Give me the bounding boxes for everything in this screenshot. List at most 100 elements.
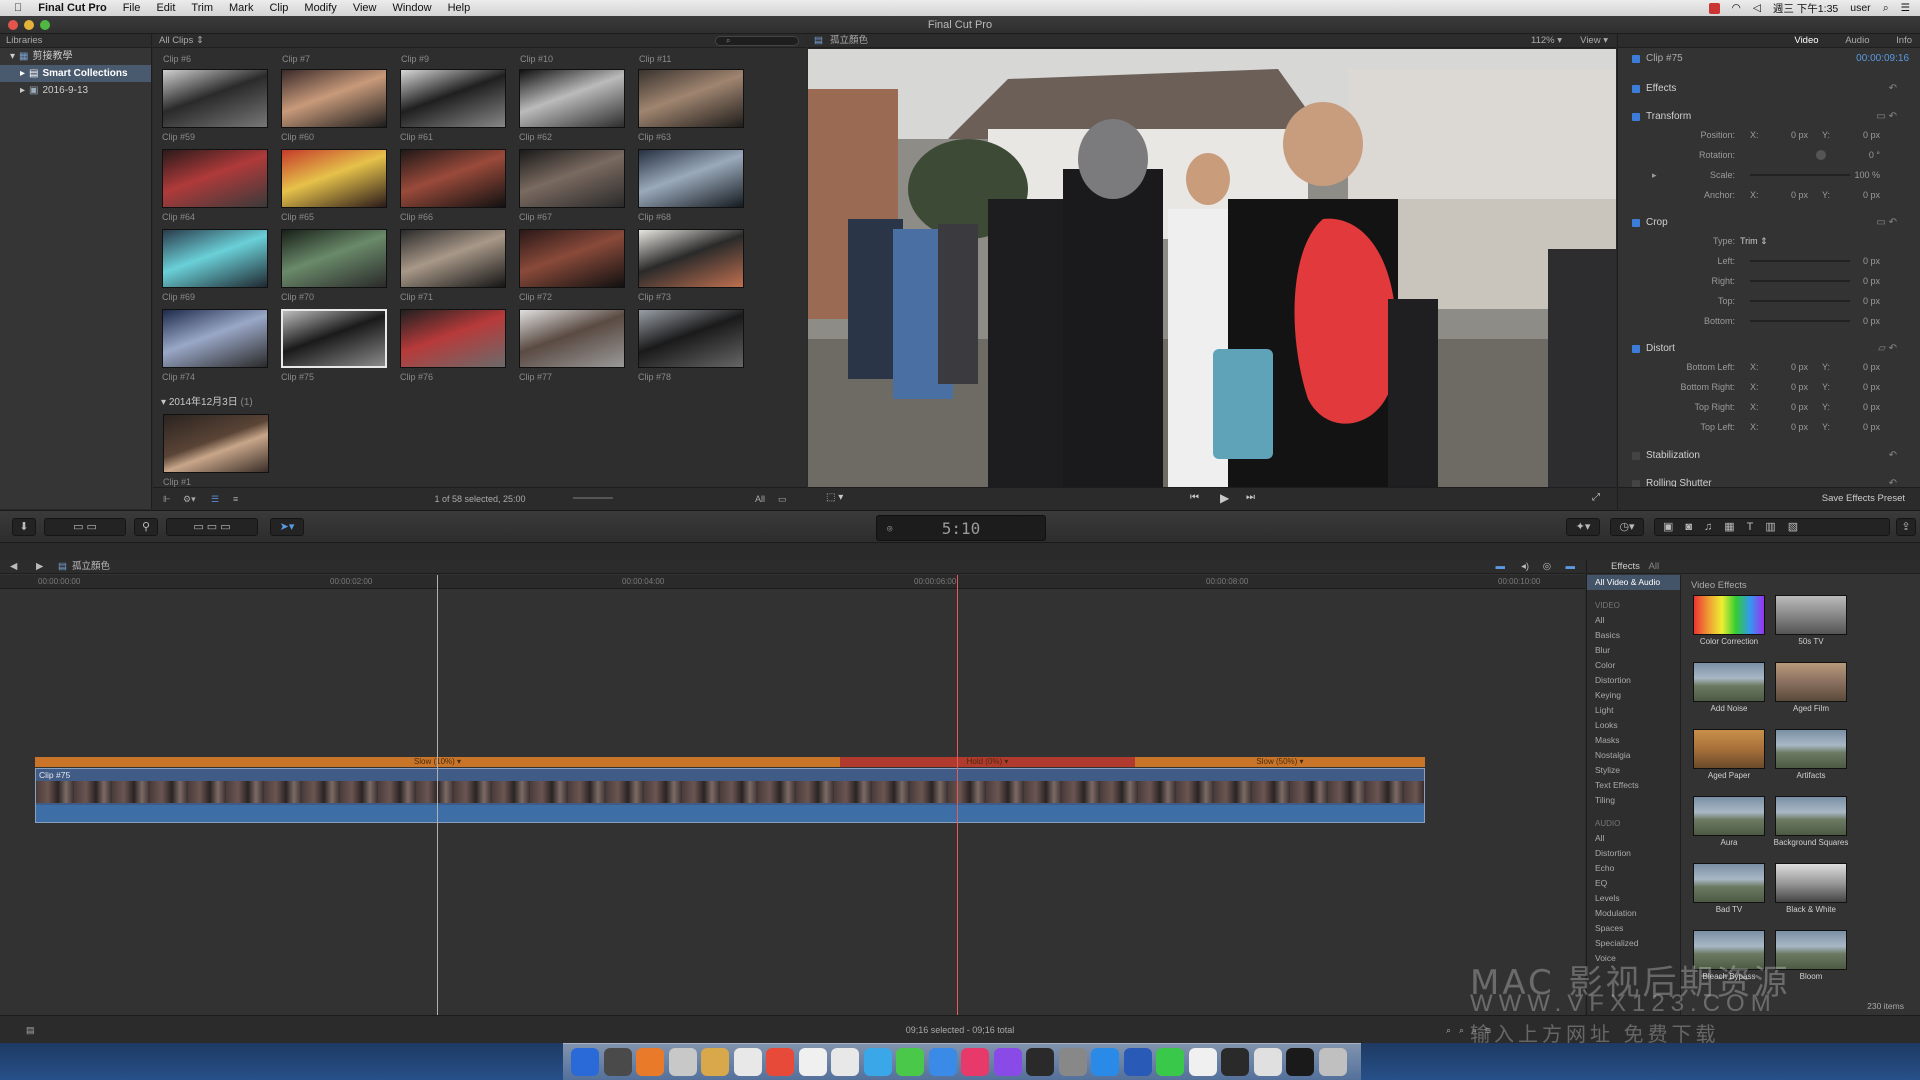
timeline-ruler[interactable]: 00:00:00:00 00:00:02:00 00:00:04:00 00:0…	[0, 575, 1585, 589]
duration-all[interactable]: All	[755, 488, 765, 510]
clip-thumbnail[interactable]: Clip #64	[162, 149, 270, 222]
dock-app-icon[interactable]	[733, 1048, 762, 1076]
effects-category[interactable]: EQ	[1587, 876, 1680, 891]
crop-slider[interactable]	[1750, 280, 1850, 282]
crop-slider[interactable]	[1750, 260, 1850, 262]
param-y[interactable]: 0 px	[1840, 399, 1880, 415]
effects-category[interactable]: Keying	[1587, 688, 1680, 703]
dock-app-icon[interactable]	[1253, 1048, 1282, 1076]
param-value[interactable]: 0 px	[1840, 273, 1880, 289]
dock-app-icon[interactable]	[896, 1048, 924, 1076]
reset-icon[interactable]: ▭ ↶	[1876, 214, 1897, 232]
tab-video[interactable]: Video	[1794, 35, 1818, 46]
keyword-buttons[interactable]: ▭ ▭	[44, 518, 126, 536]
effect-item[interactable]: Aura	[1691, 796, 1767, 848]
clip-thumbnail[interactable]: Clip #65	[281, 149, 389, 222]
effects-category[interactable]: Basics	[1587, 628, 1680, 643]
effects-category[interactable]: Tiling	[1587, 793, 1680, 808]
effects-category[interactable]: Light	[1587, 703, 1680, 718]
snapping-icon[interactable]: ▬	[1566, 560, 1576, 574]
clip-thumbnail[interactable]: Clip #69	[162, 229, 270, 302]
effects-category[interactable]: Text Effects	[1587, 778, 1680, 793]
video-frame[interactable]	[808, 49, 1616, 487]
previous-frame-icon[interactable]: ⏮	[1190, 492, 1199, 503]
save-effects-preset-button[interactable]: Save Effects Preset	[1822, 493, 1905, 504]
effect-item[interactable]: Background Squares	[1773, 796, 1849, 848]
dock-app-icon[interactable]	[1156, 1048, 1184, 1076]
solo-icon[interactable]: ◎	[1543, 560, 1551, 574]
disclosure-icon[interactable]: ▸	[20, 82, 25, 99]
menu-mark[interactable]: Mark	[229, 2, 253, 14]
param-x[interactable]: 0 px	[1768, 359, 1808, 375]
dock-app-icon[interactable]	[1221, 1048, 1249, 1076]
select-tool-icon[interactable]: ➤▾	[270, 518, 304, 536]
dock-app-icon[interactable]	[961, 1048, 989, 1076]
wifi-icon[interactable]: ◠	[1732, 2, 1741, 14]
dock-app-icon[interactable]	[863, 1048, 892, 1076]
notification-icon[interactable]: ☰	[1901, 2, 1910, 14]
dock-app-icon[interactable]	[928, 1048, 957, 1076]
smart-collections-item[interactable]: ▸ ▤ Smart Collections	[0, 65, 151, 82]
timeline-clip[interactable]: Clip #75	[35, 768, 1425, 823]
library-item[interactable]: ▾ ▦ 剪接教學	[0, 48, 151, 65]
skimmer-line[interactable]	[437, 575, 438, 1015]
apple-icon[interactable]: 	[14, 2, 22, 14]
effects-category-all-video-audio[interactable]: All Video & Audio	[1587, 575, 1680, 590]
dock-app-icon[interactable]	[603, 1048, 632, 1076]
crop-type-select[interactable]: Trim ⇕	[1740, 233, 1768, 249]
retime-icon[interactable]: ◷▾	[1610, 518, 1644, 536]
clip-thumbnail[interactable]: Clip #59	[162, 69, 270, 142]
clip-thumbnail[interactable]: Clip #76	[400, 309, 508, 382]
dock-app-icon[interactable]	[1091, 1048, 1119, 1076]
filmstrip-view-icon[interactable]: ☰	[211, 488, 219, 510]
checkbox[interactable]	[1632, 345, 1640, 353]
close-icon[interactable]	[8, 20, 18, 30]
list-view-icon[interactable]: ≡	[233, 488, 238, 510]
retime-bar[interactable]: Slow (10%) ▾ Hold (0%) ▾ Slow (50%) ▾	[35, 757, 1425, 767]
event-item[interactable]: ▸ ▣ 2016-9-13	[0, 82, 151, 99]
retime-segment[interactable]: Hold (0%) ▾	[840, 757, 1135, 767]
clip-thumbnail[interactable]: Clip #1	[163, 414, 271, 487]
checkbox[interactable]	[1632, 113, 1640, 121]
param-y[interactable]: 0 px	[1840, 419, 1880, 435]
param-y[interactable]: 0 px	[1840, 359, 1880, 375]
menu-edit[interactable]: Edit	[156, 2, 175, 14]
dock-app-icon[interactable]	[1026, 1048, 1054, 1076]
zoom-icon[interactable]	[40, 20, 50, 30]
param-x[interactable]: 0 px	[1768, 187, 1808, 203]
param-value[interactable]: 0 °	[1840, 147, 1880, 163]
effects-category[interactable]: Echo	[1587, 861, 1680, 876]
effects-category[interactable]: Nostalgia	[1587, 748, 1680, 763]
dock-app-icon[interactable]	[1123, 1048, 1152, 1076]
effects-category[interactable]: Modulation	[1587, 906, 1680, 921]
transform-section[interactable]: Transform ▭ ↶	[1618, 108, 1920, 126]
clip-thumbnail[interactable]: Clip #77	[519, 309, 627, 382]
audio-skimming-icon[interactable]: ◂)	[1521, 560, 1529, 574]
clip-thumbnail[interactable]: Clip #74	[162, 309, 270, 382]
param-x[interactable]: 0 px	[1768, 379, 1808, 395]
menu-app[interactable]: Final Cut Pro	[38, 2, 106, 14]
clip-filter[interactable]: All Clips	[159, 35, 193, 46]
effect-item[interactable]: Artifacts	[1773, 729, 1849, 781]
param-value[interactable]: 0 px	[1840, 253, 1880, 269]
fullscreen-icon[interactable]: ⤢	[1592, 492, 1600, 503]
effect-item[interactable]: Black & White	[1773, 863, 1849, 915]
reset-icon[interactable]: ▱ ↶	[1878, 340, 1897, 358]
dashboard-timecode[interactable]: ◎ 5:10	[876, 515, 1046, 541]
menu-file[interactable]: File	[123, 2, 141, 14]
dock-app-icon[interactable]	[993, 1048, 1022, 1076]
clip-thumbnail[interactable]: Clip #60	[281, 69, 389, 142]
timeline-index-icon[interactable]: ▤	[26, 1016, 35, 1044]
volume-icon[interactable]: ◁	[1753, 2, 1761, 14]
status-icon[interactable]	[1708, 2, 1720, 14]
scale-slider[interactable]	[1750, 174, 1850, 176]
dock-app-icon[interactable]	[1058, 1048, 1087, 1076]
clip-thumbnail[interactable]: Clip #62	[519, 69, 627, 142]
effects-category[interactable]: Distortion	[1587, 673, 1680, 688]
clip-thumbnail[interactable]: Clip #72	[519, 229, 627, 302]
effect-item[interactable]: 50s TV	[1773, 595, 1849, 647]
param-x[interactable]: 0 px	[1768, 399, 1808, 415]
spotlight-icon[interactable]: ⌕	[1883, 2, 1889, 15]
view-menu[interactable]: View ▾	[1580, 34, 1608, 48]
param-x[interactable]: 0 px	[1768, 419, 1808, 435]
